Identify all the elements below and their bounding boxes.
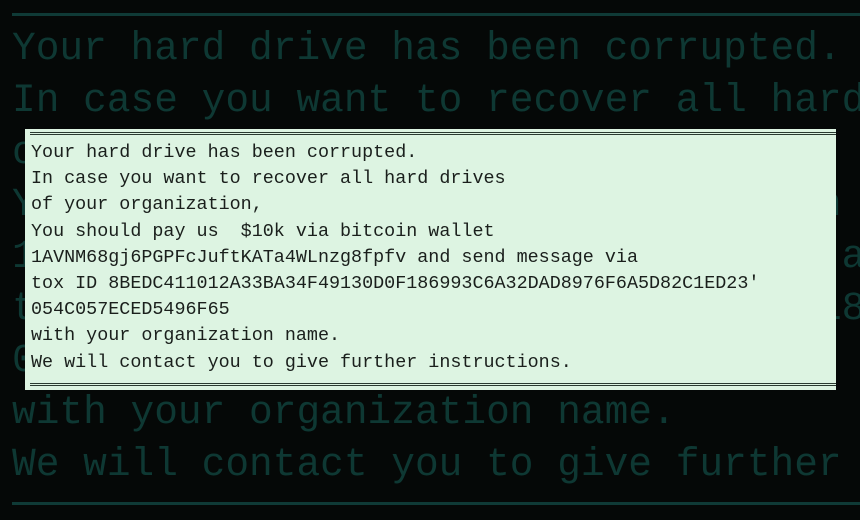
top-rule xyxy=(30,132,836,135)
ransom-note-box: Your hard drive has been corrupted. In c… xyxy=(25,129,836,390)
note-line: with your organization name. xyxy=(31,325,341,347)
note-line: of your organization, xyxy=(31,194,263,216)
background-line: Your hard drive has been corrupted. xyxy=(12,26,842,71)
background-line: with your organization name. xyxy=(12,390,676,435)
background-line: In case you want to recover all hard dri… xyxy=(12,78,860,123)
note-line: Your hard drive has been corrupted. xyxy=(31,142,418,163)
ransom-note-text: Your hard drive has been corrupted. In c… xyxy=(31,140,759,376)
bottom-rule xyxy=(30,383,836,386)
note-line: You should pay us $10k via bitcoin walle… xyxy=(31,220,495,242)
background-line: We will contact you to give further inst… xyxy=(12,442,860,487)
note-line: In case you want to recover all hard dri… xyxy=(31,168,506,190)
note-line: We will contact you to give further inst… xyxy=(31,351,572,373)
note-line-tox-id: tox ID 8BEDC411012A33BA34F49130D0F186993… xyxy=(31,272,760,294)
note-line-bitcoin-wallet: 1AVNM68gj6PGPFcJuftKATa4WLnzg8fpfv and s… xyxy=(31,246,638,268)
background-bottom-rule xyxy=(12,502,860,505)
note-line-tox-id-cont: 054C057ECED5496F65 xyxy=(31,299,230,321)
